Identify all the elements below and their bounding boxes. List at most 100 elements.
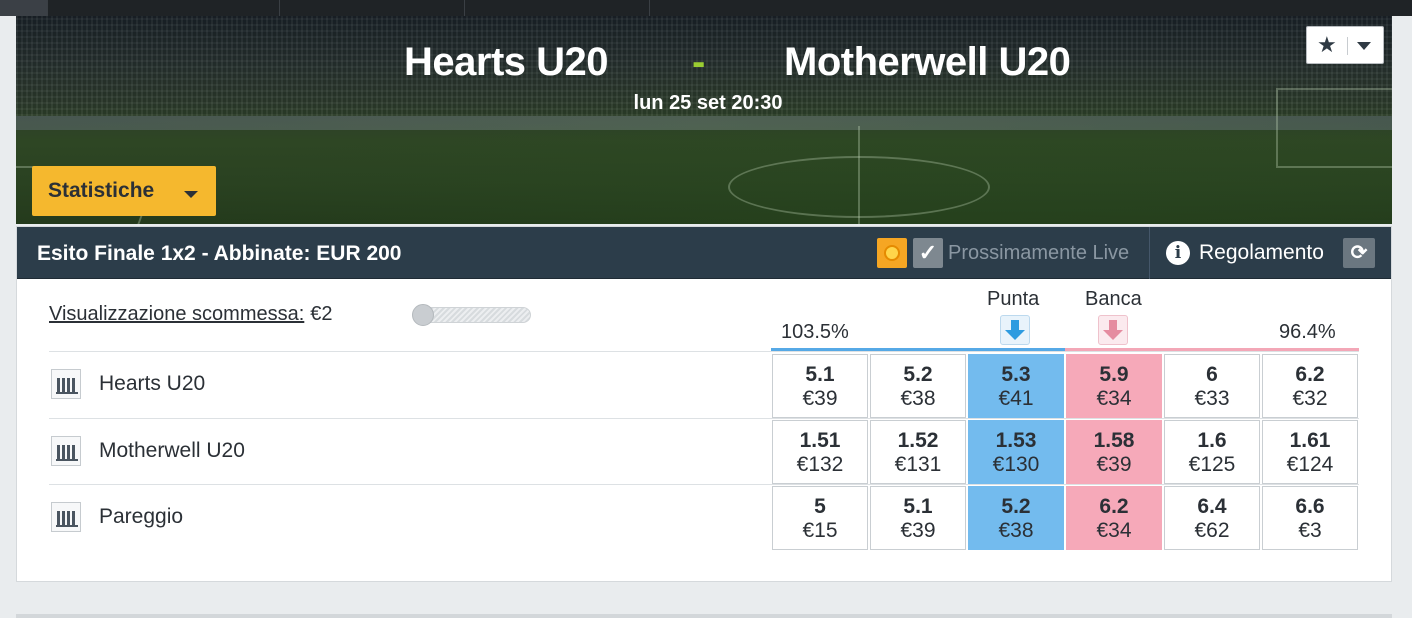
lay-book-percentage: 96.4% — [1279, 321, 1336, 343]
odds-price: 1.53 — [995, 429, 1037, 452]
next-panel-edge — [16, 614, 1392, 618]
price-cell-back[interactable]: 1.51 €132 — [772, 420, 868, 484]
info-icon[interactable]: i — [1166, 241, 1190, 265]
home-team-name: Hearts U20 — [404, 40, 609, 84]
available-stake: €130 — [992, 453, 1040, 476]
rules-link[interactable]: Regolamento — [1199, 241, 1324, 265]
stadium-adboard — [16, 116, 1392, 130]
runner-name: Hearts U20 — [99, 372, 206, 395]
price-cell-back[interactable]: 5 €15 — [772, 486, 868, 550]
chevron-down-icon — [184, 191, 198, 198]
odds-price: 6 — [1206, 363, 1218, 386]
available-stake: €38 — [900, 387, 936, 410]
back-column-header: Punta — [987, 288, 1040, 310]
available-stake: €131 — [894, 453, 942, 476]
top-nav-bar — [0, 0, 1412, 16]
chart-icon[interactable] — [51, 369, 81, 399]
odds-price: 5.1 — [805, 363, 835, 386]
price-cell-back[interactable]: 1.52 €131 — [870, 420, 966, 484]
odds-price: 1.51 — [799, 429, 841, 452]
price-cell-back[interactable]: 5.2 €38 — [870, 354, 966, 418]
odds-price: 6.2 — [1295, 363, 1325, 386]
price-cell-lay[interactable]: 6.2 €32 — [1262, 354, 1358, 418]
available-stake: €41 — [998, 387, 1034, 410]
price-cell-best-back[interactable]: 5.3 €41 — [968, 354, 1064, 418]
available-stake: €62 — [1194, 519, 1230, 542]
price-cell-best-back[interactable]: 1.53 €130 — [968, 420, 1064, 484]
away-team-name: Motherwell U20 — [784, 40, 1071, 84]
back-book-percentage: 103.5% — [781, 321, 849, 343]
available-stake: €39 — [1096, 453, 1132, 476]
odds-price: 5.1 — [903, 495, 933, 518]
price-cell-lay[interactable]: 6 €33 — [1164, 354, 1260, 418]
available-stake: €34 — [1096, 519, 1132, 542]
bet-view-control: Visualizzazione scommessa: €2 — [49, 303, 333, 326]
chart-icon[interactable] — [51, 436, 81, 466]
button-divider — [1347, 37, 1348, 55]
available-stake: €39 — [802, 387, 838, 410]
star-icon: ★ — [1317, 32, 1337, 57]
runner-name: Pareggio — [99, 505, 184, 528]
odds-price: 6.6 — [1295, 495, 1325, 518]
available-stake: €124 — [1286, 453, 1334, 476]
runner-row: Pareggio — [49, 485, 749, 551]
available-stake: €32 — [1292, 387, 1328, 410]
market-title: Esito Finale 1x2 - Abbinate: EUR 200 — [37, 242, 402, 265]
odds-price: 5 — [814, 495, 826, 518]
price-cell-lay[interactable]: 1.61 €124 — [1262, 420, 1358, 484]
slider-handle[interactable] — [412, 304, 434, 326]
match-title: Hearts U20 - Motherwell U20 — [16, 40, 1392, 86]
available-stake: €125 — [1188, 453, 1236, 476]
available-stake: €15 — [802, 519, 838, 542]
odds-price: 5.2 — [903, 363, 933, 386]
team-separator: - — [692, 40, 706, 84]
price-cell-best-lay[interactable]: 5.9 €34 — [1066, 354, 1162, 418]
price-cell-lay[interactable]: 6.6 €3 — [1262, 486, 1358, 550]
top-nav-tab[interactable] — [280, 0, 465, 16]
price-cell-best-lay[interactable]: 6.2 €34 — [1066, 486, 1162, 550]
stake-slider[interactable] — [412, 304, 531, 326]
price-cell-lay[interactable]: 6.4 €62 — [1164, 486, 1260, 550]
odds-price: 1.58 — [1093, 429, 1135, 452]
lay-column-header: Banca — [1085, 288, 1142, 310]
back-all-arrow-icon[interactable] — [1000, 315, 1030, 345]
available-stake: €34 — [1096, 387, 1132, 410]
odds-price: 6.2 — [1099, 495, 1129, 518]
top-nav-tab[interactable] — [0, 0, 48, 16]
price-cell-back[interactable]: 5.1 €39 — [870, 486, 966, 550]
bet-view-amount: €2 — [310, 303, 333, 325]
checkmark-icon[interactable]: ✓ — [913, 238, 943, 268]
pitch-marking — [858, 126, 860, 224]
available-stake: €3 — [1298, 519, 1322, 542]
live-indicator-icon — [877, 238, 907, 268]
price-cell-best-lay[interactable]: 1.58 €39 — [1066, 420, 1162, 484]
market-panel: Esito Finale 1x2 - Abbinate: EUR 200 ✓ P… — [16, 226, 1392, 582]
available-stake: €33 — [1194, 387, 1230, 410]
match-header-banner: Hearts U20 - Motherwell U20 lun 25 set 2… — [16, 16, 1392, 224]
coming-live-label: Prossimamente Live — [948, 242, 1130, 264]
chart-icon[interactable] — [51, 502, 81, 532]
market-header: Esito Finale 1x2 - Abbinate: EUR 200 ✓ P… — [17, 227, 1391, 279]
available-stake: €39 — [900, 519, 936, 542]
statistics-dropdown-button[interactable]: Statistiche — [32, 166, 216, 216]
runner-row: Hearts U20 — [49, 352, 749, 418]
price-cell-lay[interactable]: 1.6 €125 — [1164, 420, 1260, 484]
odds-price: 1.6 — [1197, 429, 1227, 452]
favorite-button[interactable]: ★ — [1306, 26, 1384, 64]
top-nav-tab[interactable] — [465, 0, 650, 16]
lay-all-arrow-icon[interactable] — [1098, 315, 1128, 345]
odds-price: 1.61 — [1289, 429, 1331, 452]
bet-view-link[interactable]: Visualizzazione scommessa: — [49, 303, 304, 325]
odds-price: 5.9 — [1099, 363, 1129, 386]
match-datetime: lun 25 set 20:30 — [633, 92, 783, 114]
chevron-down-icon[interactable] — [1357, 42, 1371, 50]
available-stake: €132 — [796, 453, 844, 476]
odds-price: 6.4 — [1197, 495, 1227, 518]
header-divider — [1149, 227, 1150, 279]
top-nav-tab[interactable] — [48, 0, 280, 16]
available-stake: €38 — [998, 519, 1034, 542]
odds-price: 1.52 — [897, 429, 939, 452]
price-cell-best-back[interactable]: 5.2 €38 — [968, 486, 1064, 550]
price-cell-back[interactable]: 5.1 €39 — [772, 354, 868, 418]
refresh-icon[interactable]: ⟳ — [1343, 238, 1375, 268]
